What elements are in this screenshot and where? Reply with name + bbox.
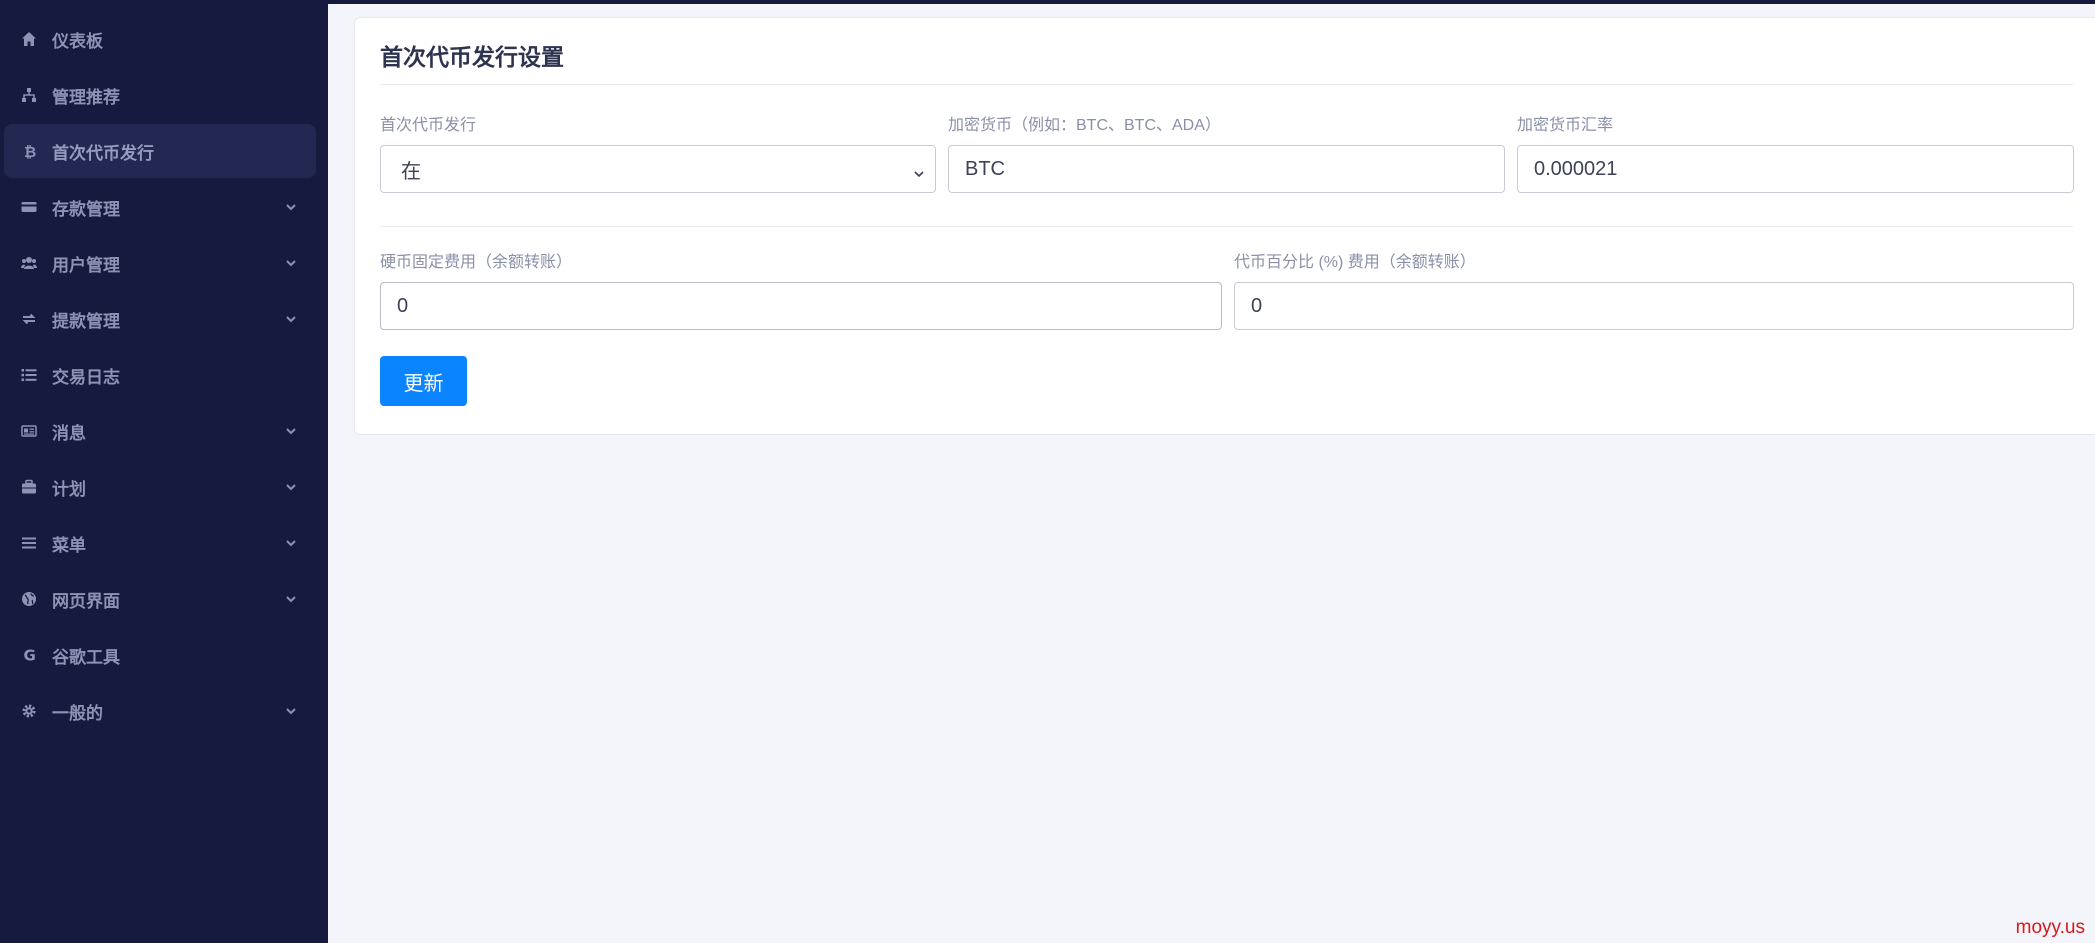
sidebar-item-label: 谷歌工具 [52,647,120,667]
credit-card-icon [18,197,40,217]
crypto-currency-field[interactable] [948,145,1505,193]
newspaper-icon [18,421,40,441]
sidebar-item-label: 计划 [52,479,86,499]
google-icon: G [18,645,40,665]
bitcoin-icon: ₿ [18,141,40,161]
sidebar-item-users[interactable]: 用户管理 [4,236,316,290]
sidebar: 仪表板 管理推荐 ₿ 首次代币发行 存款管理 用户管理 提款管理 交易日志 消息… [0,0,328,943]
chevron-down-icon [284,592,298,606]
sidebar-item-deposits[interactable]: 存款管理 [4,180,316,234]
bars-icon [18,533,40,553]
percent-fee-field[interactable] [1234,282,2074,330]
home-icon [18,29,40,49]
ico-status-value: 在 [401,160,421,183]
chevron-down-icon [284,480,298,494]
sidebar-item-web-interface[interactable]: 网页界面 [4,572,316,626]
globe-icon [18,589,40,609]
fixed-fee-input[interactable] [397,294,1205,318]
percent-fee-input[interactable] [1251,294,2057,318]
list-icon [18,365,40,385]
chevron-down-icon [284,256,298,270]
sidebar-item-menu[interactable]: 菜单 [4,516,316,570]
crypto-rate-field[interactable] [1517,145,2074,193]
sidebar-item-label: 管理推荐 [52,87,120,107]
ico-status-label: 首次代币发行 [380,117,477,134]
fixed-fee-label: 硬币固定费用（余额转账） [380,254,573,271]
briefcase-icon [18,477,40,497]
sidebar-item-label: 菜单 [52,535,86,555]
update-button[interactable]: 更新 [380,356,467,406]
card-title: 首次代币发行设置 [380,44,564,70]
main-content: 首次代币发行设置 首次代币发行 在 加密货币（例如：BTC、BTC、ADA） 加… [328,4,2095,943]
sidebar-item-label: 用户管理 [52,255,120,275]
sidebar-item-referrals[interactable]: 管理推荐 [4,68,316,122]
sidebar-item-label: 网页界面 [52,591,120,611]
ico-settings-card: 首次代币发行设置 首次代币发行 在 加密货币（例如：BTC、BTC、ADA） 加… [354,17,2095,435]
sitemap-icon [18,85,40,105]
sidebar-item-label: 仪表板 [52,31,103,51]
chevron-down-icon [284,424,298,438]
exchange-icon [18,309,40,329]
sidebar-item-general[interactable]: 一般的 [4,684,316,738]
divider [380,84,2073,85]
svg-text:₿: ₿ [24,143,36,159]
crypto-rate-input[interactable] [1534,157,2057,181]
ico-status-select[interactable]: 在 [380,145,936,193]
sidebar-item-transaction-log[interactable]: 交易日志 [4,348,316,402]
chevron-down-icon [284,312,298,326]
svg-text:G: G [24,647,36,663]
sidebar-item-withdrawals[interactable]: 提款管理 [4,292,316,346]
sidebar-item-ico[interactable]: ₿ 首次代币发行 [4,124,316,178]
users-icon [18,253,40,273]
sidebar-item-plans[interactable]: 计划 [4,460,316,514]
sidebar-item-label: 一般的 [52,703,103,723]
divider [380,226,2073,227]
fixed-fee-field[interactable] [380,282,1222,330]
percent-fee-label: 代币百分比 (%) 费用（余额转账） [1234,254,1476,271]
chevron-down-icon [284,704,298,718]
chevron-down-icon [913,163,925,178]
crypto-currency-input[interactable] [965,157,1488,181]
watermark: moyy.us [2015,917,2085,938]
sidebar-item-dashboard[interactable]: 仪表板 [4,12,316,66]
sidebar-item-google-tools[interactable]: G 谷歌工具 [4,628,316,682]
gear-icon [18,701,40,721]
crypto-rate-label: 加密货币汇率 [1517,117,1614,134]
sidebar-item-label: 交易日志 [52,367,120,387]
sidebar-item-messages[interactable]: 消息 [4,404,316,458]
chevron-down-icon [284,536,298,550]
sidebar-item-label: 首次代币发行 [52,143,154,163]
sidebar-item-label: 消息 [52,423,86,443]
crypto-currency-label: 加密货币（例如：BTC、BTC、ADA） [948,117,1221,134]
chevron-down-icon [284,200,298,214]
sidebar-item-label: 提款管理 [52,311,120,331]
sidebar-item-label: 存款管理 [52,199,120,219]
